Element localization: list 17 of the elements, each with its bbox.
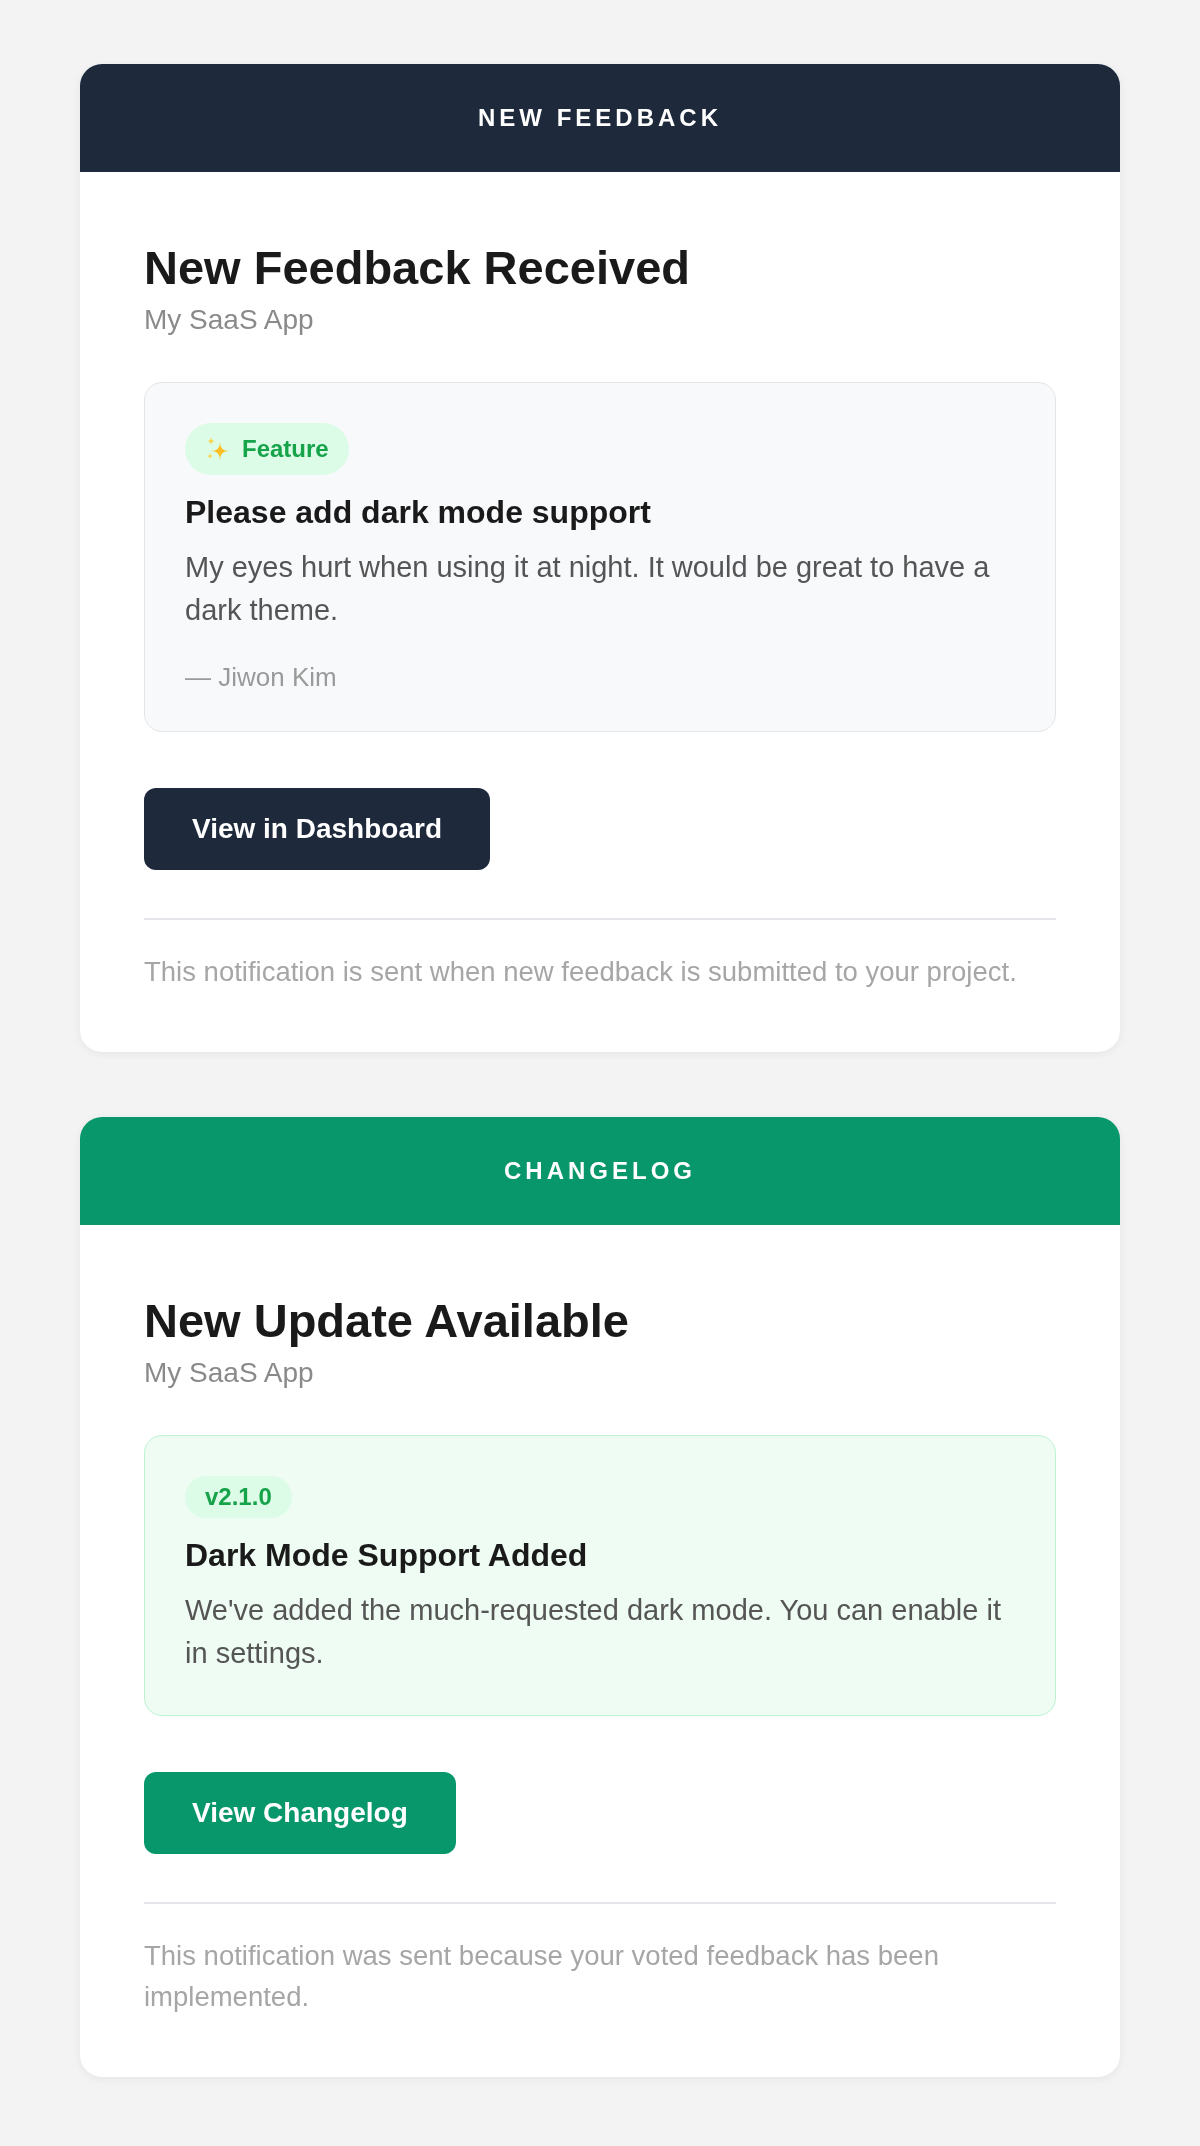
item-title: Please add dark mode support: [185, 493, 651, 532]
item-description: My eyes hurt when using it at night. It would be great to have a dark theme.: [185, 550, 991, 628]
item-description: We've added the much-requested dark mode. You can enable it in settings.: [185, 1593, 1002, 1671]
app-name: My SaaS App: [144, 303, 314, 337]
footer-note: This notification was sent because your voted feedback has been implemented.: [144, 1939, 940, 2014]
header-title: CHANGELOG: [504, 1156, 696, 1186]
version-badge: v2.1.0: [185, 1476, 292, 1518]
header-title: NEW FEEDBACK: [478, 103, 722, 133]
author-name: — Jiwon Kim: [185, 663, 337, 691]
footer-note: This notification is sent when new feedback is submitted to your project.: [144, 955, 1017, 989]
app-name: My SaaS App: [144, 1356, 314, 1390]
dashboard-button[interactable]: View in Dashboard: [144, 788, 490, 870]
notification-title: New Feedback Received: [144, 240, 690, 296]
category-label: Feature: [242, 436, 329, 462]
notification-title: New Update Available: [144, 1293, 629, 1349]
changelog-button[interactable]: View Changelog: [144, 1772, 456, 1854]
item-title: Dark Mode Support Added: [185, 1536, 588, 1575]
